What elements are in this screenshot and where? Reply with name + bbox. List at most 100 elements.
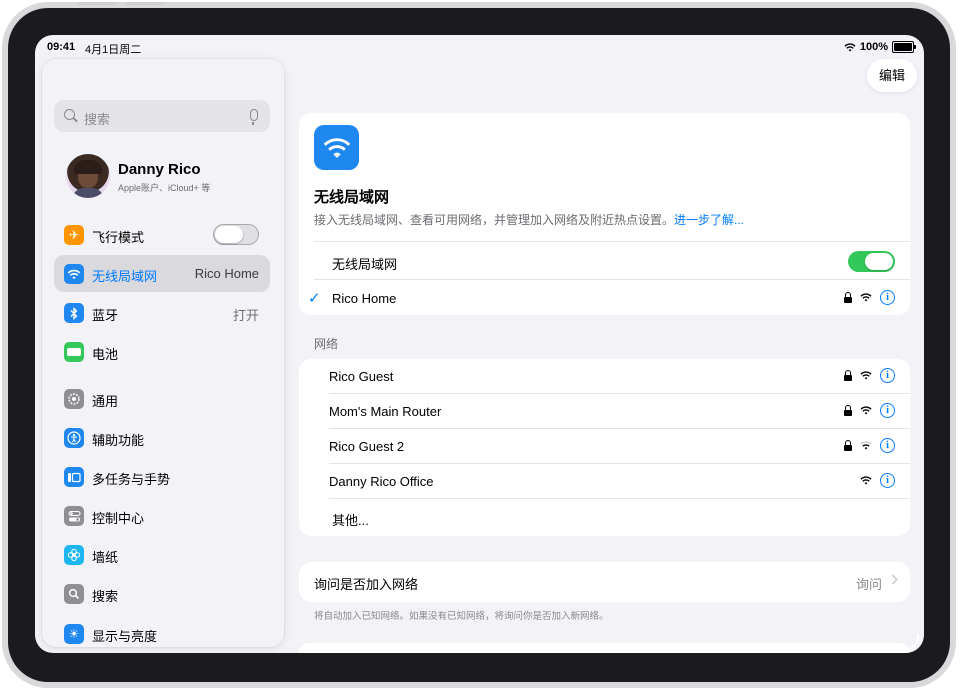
sidebar-item-value: Rico Home xyxy=(194,266,259,281)
network-name: Rico Guest 2 xyxy=(329,439,405,454)
info-icon[interactable]: i xyxy=(880,368,895,383)
edit-button[interactable]: 编辑 xyxy=(867,59,917,92)
accessibility-icon xyxy=(64,428,84,448)
sidebar-item-label: 飞行模式 xyxy=(92,230,145,245)
chevron-right-icon xyxy=(887,574,898,585)
lock-icon xyxy=(844,439,852,451)
gear-icon xyxy=(64,389,84,409)
sidebar-item-label: 辅助功能 xyxy=(92,433,145,448)
sidebar-item-label: 显示与亮度 xyxy=(92,629,158,644)
status-right: 100% xyxy=(844,41,916,53)
network-name: Danny Rico Office xyxy=(329,474,434,489)
sidebar-item-control-center[interactable]: 控制中心 xyxy=(54,497,270,534)
wifi-icon xyxy=(314,125,359,170)
avatar xyxy=(66,154,110,198)
sidebar-item-accessibility[interactable]: 辅助功能 xyxy=(54,419,270,456)
networks-section-title: 网络 xyxy=(314,337,339,351)
ask-to-join-note: 将自动加入已知网络。如果没有已知网络，将询问你是否加入新网络。 xyxy=(314,611,609,622)
other-network-label: 其他... xyxy=(332,513,369,528)
wifi-status-icon xyxy=(844,42,856,51)
sidebar-item-battery[interactable]: 电池 xyxy=(54,333,270,370)
status-date: 4月1日周二 xyxy=(85,44,142,56)
network-name: Mom's Main Router xyxy=(329,404,442,419)
sidebar-item-wallpaper[interactable]: 墙纸 xyxy=(54,536,270,573)
sidebar-item-value: 打开 xyxy=(232,308,259,323)
sidebar-item-label: 无线局域网 xyxy=(92,269,158,284)
wifi-header-card: 无线局域网 接入无线局域网、查看可用网络，并管理加入网络及附近热点设置。进一步了… xyxy=(299,113,910,315)
wallpaper-icon xyxy=(64,545,84,565)
sidebar-item-display-brightness[interactable]: ☀ 显示与亮度 xyxy=(54,615,270,647)
sidebar-item-wifi[interactable]: 无线局域网 Rico Home xyxy=(54,255,270,292)
network-name: Rico Guest xyxy=(329,369,394,384)
description-text: 接入无线局域网、查看可用网络，并管理加入网络及附近热点设置。 xyxy=(314,213,675,227)
info-icon[interactable]: i xyxy=(880,290,895,305)
page-title: 无线局域网 xyxy=(314,189,390,206)
airplane-icon: ✈ xyxy=(64,225,84,245)
next-section-card xyxy=(299,643,910,653)
wifi-toggle[interactable] xyxy=(848,251,895,272)
lock-icon xyxy=(844,291,852,303)
network-icons: i xyxy=(844,368,895,383)
network-icons: i xyxy=(860,473,895,488)
search-field[interactable]: 搜索 xyxy=(54,100,270,132)
sidebar-item-multitasking[interactable]: 多任务与手势 xyxy=(54,458,270,495)
wifi-signal-weak-icon xyxy=(860,441,872,450)
sidebar-item-label: 搜索 xyxy=(92,589,119,604)
volume-button xyxy=(77,2,117,5)
lock-icon xyxy=(844,404,852,416)
wifi-signal-icon xyxy=(860,293,872,302)
sidebar-item-label: 多任务与手势 xyxy=(92,472,171,487)
network-icons: i xyxy=(844,403,895,418)
info-icon[interactable]: i xyxy=(880,403,895,418)
lock-icon xyxy=(844,369,852,381)
wifi-toggle-row: 无线局域网 xyxy=(299,242,910,279)
battery-icon xyxy=(64,342,84,362)
connected-network-name: Rico Home xyxy=(332,291,397,306)
search-placeholder: 搜索 xyxy=(84,112,111,127)
status-time: 09:41 xyxy=(47,41,76,53)
learn-more-link[interactable]: 进一步了解... xyxy=(674,213,744,227)
sidebar-item-bluetooth[interactable]: 蓝牙 打开 xyxy=(54,294,270,331)
connected-network-row[interactable]: ✓ Rico Home i xyxy=(299,280,910,315)
sidebar-item-label: 通用 xyxy=(92,394,119,409)
battery-percent: 100% xyxy=(859,41,888,53)
battery-icon xyxy=(892,41,916,53)
profile-row[interactable]: Danny Rico Apple账户、iCloud+ 等 xyxy=(66,154,276,200)
profile-subtitle: Apple账户、iCloud+ 等 xyxy=(118,183,211,193)
sidebar-item-label: 控制中心 xyxy=(92,511,145,526)
sidebar-item-airplane-mode[interactable]: ✈ 飞行模式 xyxy=(54,216,270,253)
wifi-icon xyxy=(64,264,84,284)
profile-name: Danny Rico xyxy=(118,161,201,178)
network-row[interactable]: Rico Guest i xyxy=(299,359,910,393)
info-icon[interactable]: i xyxy=(880,438,895,453)
network-row[interactable]: Mom's Main Router i xyxy=(299,394,910,428)
wifi-signal-icon xyxy=(860,406,872,415)
sidebar: 搜索 Danny Rico Apple账户、iCloud+ 等 ✈ 飞行模式 无… xyxy=(42,59,284,647)
ask-to-join-label: 询问是否加入网络 xyxy=(314,577,419,592)
sidebar-item-label: 电池 xyxy=(92,347,119,362)
multitasking-icon xyxy=(64,467,84,487)
ask-to-join-row[interactable]: 询问是否加入网络 询问 xyxy=(299,562,910,602)
info-icon[interactable]: i xyxy=(880,473,895,488)
other-network-row[interactable]: 其他... xyxy=(299,499,910,535)
network-icons: i xyxy=(844,290,895,305)
ask-to-join-value: 询问 xyxy=(855,577,882,592)
screen: 09:41 4月1日周二 100% 搜索 Danny Rico Apple账户、… xyxy=(35,35,924,653)
network-icons: i xyxy=(844,438,895,453)
brightness-icon: ☀ xyxy=(64,624,84,644)
network-row[interactable]: Rico Guest 2 i xyxy=(299,429,910,463)
search-icon xyxy=(64,109,75,120)
sidebar-item-label: 墙纸 xyxy=(92,550,119,565)
networks-list: Rico Guest i Mom's Main Router i Rico Gu… xyxy=(299,359,910,536)
airplane-mode-toggle[interactable] xyxy=(213,224,259,245)
checkmark-icon: ✓ xyxy=(308,290,321,307)
sidebar-item-general[interactable]: 通用 xyxy=(54,380,270,417)
control-center-icon xyxy=(64,506,84,526)
network-row[interactable]: Danny Rico Office i xyxy=(299,464,910,498)
volume-button xyxy=(125,2,165,5)
wifi-signal-icon xyxy=(860,371,872,380)
microphone-icon[interactable] xyxy=(250,109,258,125)
sidebar-item-search[interactable]: 搜索 xyxy=(54,575,270,612)
search-icon xyxy=(64,584,84,604)
bluetooth-icon xyxy=(64,303,84,323)
